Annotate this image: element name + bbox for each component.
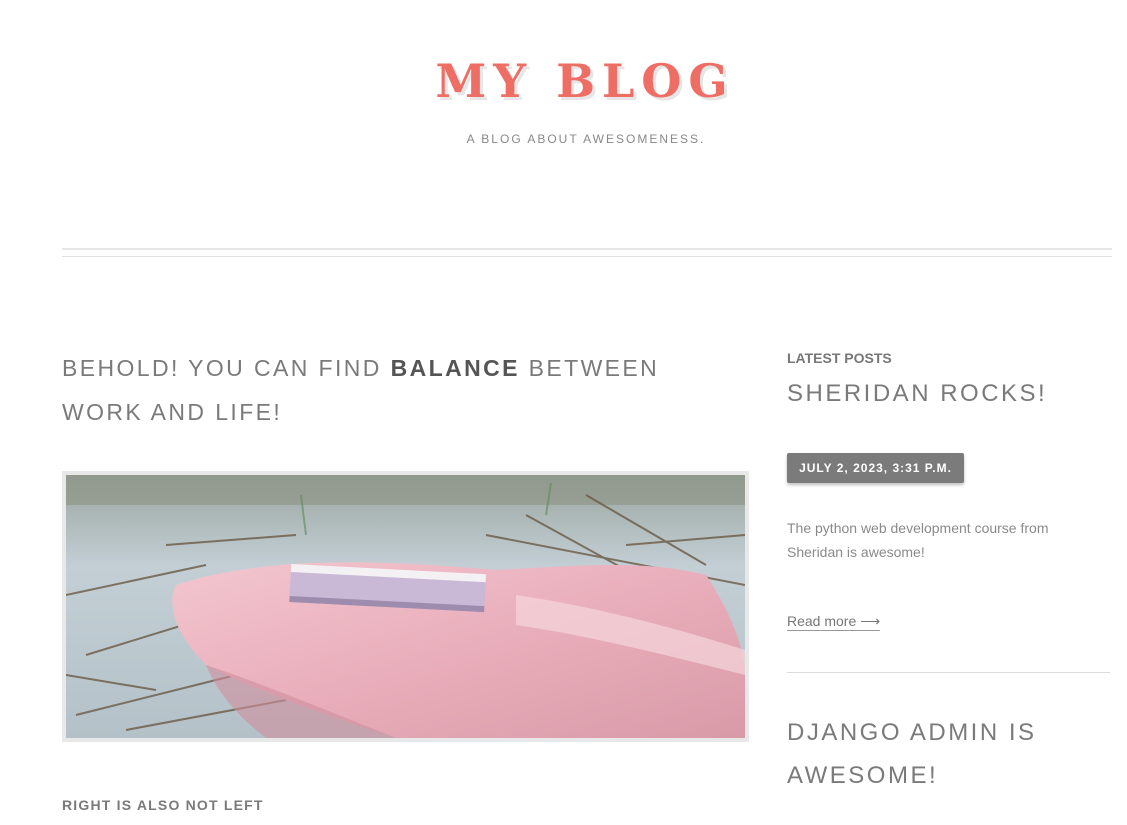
header-divider-top <box>62 248 1112 250</box>
post-date-badge: JULY 2, 2023, 3:31 P.M. <box>787 453 964 483</box>
header-divider-bottom <box>62 256 1112 257</box>
beach-towel-book-image <box>66 475 745 738</box>
sidebar-post-title-2[interactable]: DJANGO ADMIN IS AWESOME! <box>787 711 1107 797</box>
read-more-link[interactable]: Read more ⟶ <box>787 612 881 631</box>
sidebar-post-excerpt: The python web development course from S… <box>787 520 1049 560</box>
sidebar-divider <box>787 672 1110 673</box>
site-tagline: A BLOG ABOUT AWESOMENESS. <box>466 132 706 146</box>
post-title-prefix: BEHOLD! YOU CAN FIND <box>62 355 391 381</box>
site-title[interactable]: MY BLOG <box>0 52 1127 110</box>
post-title-emphasis: BALANCE <box>390 355 520 381</box>
post-title[interactable]: BEHOLD! YOU CAN FIND BALANCE BETWEEN WOR… <box>62 346 702 434</box>
latest-posts-heading: LATEST POSTS <box>787 350 892 366</box>
post-featured-image[interactable] <box>62 471 749 742</box>
sidebar-post-title-1[interactable]: SHERIDAN ROCKS! <box>787 372 1107 415</box>
post-sub-heading: RIGHT IS ALSO NOT LEFT <box>62 797 264 813</box>
